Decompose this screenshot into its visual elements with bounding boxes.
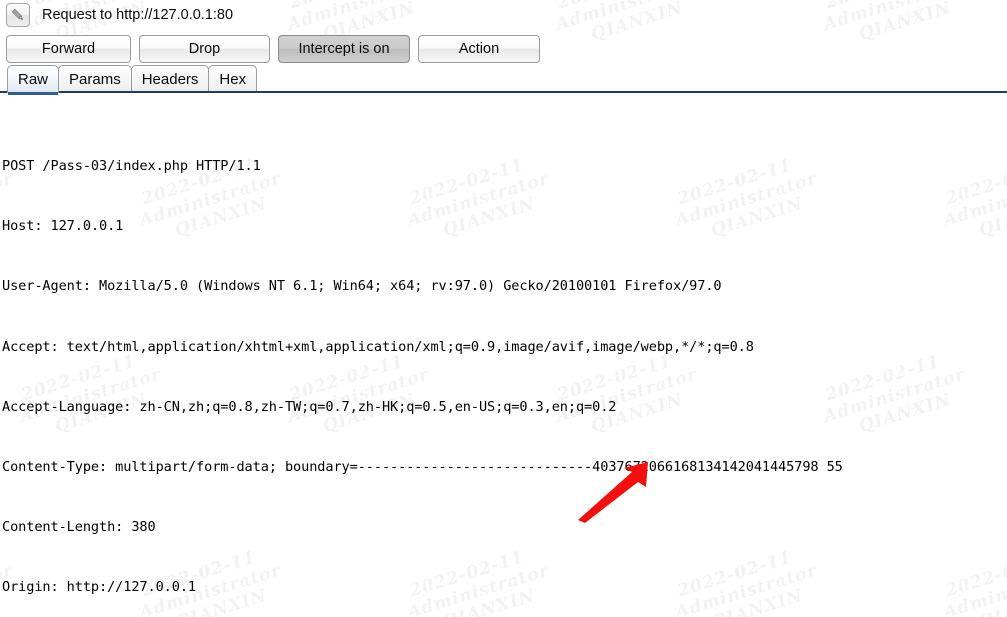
forward-button[interactable]: Forward xyxy=(6,34,131,63)
header-user-agent: User-Agent: Mozilla/5.0 (Windows NT 6.1;… xyxy=(2,278,722,295)
header-content-length: Content-Length: 380 xyxy=(2,518,156,535)
request-line: POST /Pass-03/index.php HTTP/1.1 xyxy=(2,158,261,175)
boundary-id-header: 4037672066168134142041445798 55 xyxy=(592,458,843,475)
tab-params[interactable]: Params xyxy=(58,65,132,93)
toolbar: Request to http://127.0.0.1:80 Forward D… xyxy=(0,0,1007,95)
raw-request-editor[interactable]: POST /Pass-03/index.php HTTP/1.1 Host: 1… xyxy=(0,113,1007,617)
header-content-type: Content-Type: multipart/form-data; bound… xyxy=(2,457,1007,477)
header-host: Host: 127.0.0.1 xyxy=(2,218,124,235)
action-button-row: Forward Drop Intercept is on Action xyxy=(0,30,1007,63)
window-title: Request to http://127.0.0.1:80 xyxy=(42,7,234,23)
pencil-icon[interactable] xyxy=(6,3,30,27)
intercept-toggle-button[interactable]: Intercept is on xyxy=(278,34,410,63)
title-row: Request to http://127.0.0.1:80 xyxy=(0,0,1007,30)
header-accept: Accept: text/html,application/xhtml+xml,… xyxy=(2,338,754,355)
boundary-dashes-header: ----------------------------- xyxy=(357,458,593,475)
header-content-type-prefix: Content-Type: multipart/form-data; bound… xyxy=(2,458,358,475)
action-button[interactable]: Action xyxy=(418,34,540,63)
tab-underline xyxy=(0,91,1007,93)
tab-hex[interactable]: Hex xyxy=(208,65,258,93)
tab-bar: Raw Params Headers Hex xyxy=(0,63,1007,95)
header-origin: Origin: http://127.0.0.1 xyxy=(2,579,197,596)
drop-button[interactable]: Drop xyxy=(139,34,270,63)
tab-headers[interactable]: Headers xyxy=(130,65,210,93)
tab-raw[interactable]: Raw xyxy=(7,65,60,95)
header-accept-language: Accept-Language: zh-CN,zh;q=0.8,zh-TW;q=… xyxy=(2,398,617,415)
